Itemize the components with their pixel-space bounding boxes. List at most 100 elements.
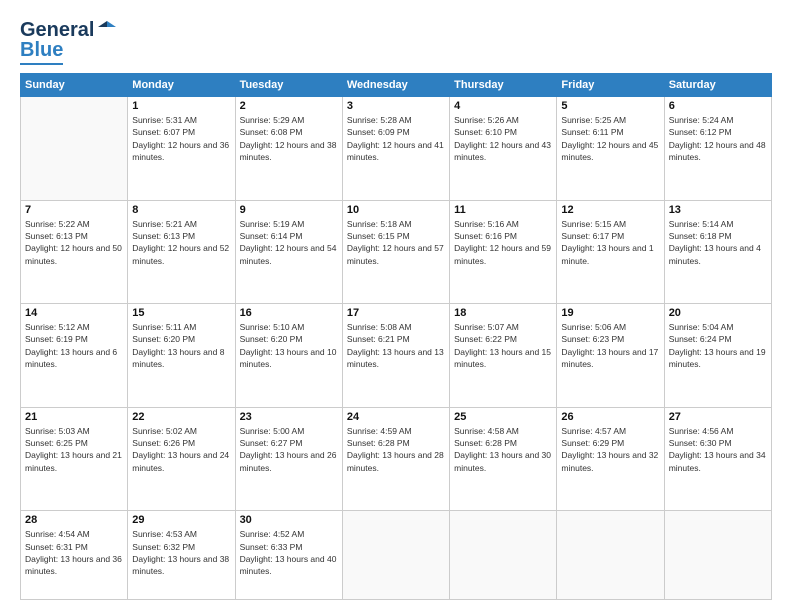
calendar-day-cell: 19 Sunrise: 5:06 AMSunset: 6:23 PMDayligh… xyxy=(557,304,664,408)
calendar-day-cell: 29 Sunrise: 4:53 AMSunset: 6:32 PMDayligh… xyxy=(128,511,235,600)
calendar-day-cell: 1 Sunrise: 5:31 AMSunset: 6:07 PMDaylight… xyxy=(128,97,235,201)
day-number: 24 xyxy=(347,411,445,423)
day-number: 19 xyxy=(561,307,659,319)
day-number: 17 xyxy=(347,307,445,319)
calendar-day-cell: 9 Sunrise: 5:19 AMSunset: 6:14 PMDaylight… xyxy=(235,200,342,304)
day-number: 4 xyxy=(454,100,552,112)
day-info: Sunrise: 5:26 AMSunset: 6:10 PMDaylight:… xyxy=(454,114,552,163)
weekday-header-wednesday: Wednesday xyxy=(342,74,449,97)
day-info: Sunrise: 5:21 AMSunset: 6:13 PMDaylight:… xyxy=(132,218,230,267)
day-number: 12 xyxy=(561,204,659,216)
day-info: Sunrise: 5:16 AMSunset: 6:16 PMDaylight:… xyxy=(454,218,552,267)
day-number: 22 xyxy=(132,411,230,423)
day-info: Sunrise: 5:14 AMSunset: 6:18 PMDaylight:… xyxy=(669,218,767,267)
calendar-day-cell: 27Sunrise: 4:56 AMSunset: 6:30 PMDayligh… xyxy=(664,407,771,511)
calendar-day-cell xyxy=(664,511,771,600)
day-info: Sunrise: 4:57 AMSunset: 6:29 PMDaylight:… xyxy=(561,425,659,474)
day-number: 25 xyxy=(454,411,552,423)
day-number: 13 xyxy=(669,204,767,216)
day-number: 1 xyxy=(132,100,230,112)
calendar-day-cell: 21Sunrise: 5:03 AMSunset: 6:25 PMDayligh… xyxy=(21,407,128,511)
calendar-day-cell: 2 Sunrise: 5:29 AMSunset: 6:08 PMDaylight… xyxy=(235,97,342,201)
calendar-day-cell: 13 Sunrise: 5:14 AMSunset: 6:18 PMDayligh… xyxy=(664,200,771,304)
day-number: 10 xyxy=(347,204,445,216)
calendar-day-cell: 15 Sunrise: 5:11 AMSunset: 6:20 PMDayligh… xyxy=(128,304,235,408)
day-number: 15 xyxy=(132,307,230,319)
weekday-header-saturday: Saturday xyxy=(664,74,771,97)
calendar-week-row: 7 Sunrise: 5:22 AMSunset: 6:13 PMDaylight… xyxy=(21,200,772,304)
calendar-week-row: 28 Sunrise: 4:54 AMSunset: 6:31 PMDayligh… xyxy=(21,511,772,600)
calendar-day-cell xyxy=(450,511,557,600)
calendar-day-cell: 3Sunrise: 5:28 AMSunset: 6:09 PMDaylight… xyxy=(342,97,449,201)
day-info: Sunrise: 5:04 AMSunset: 6:24 PMDaylight:… xyxy=(669,321,767,370)
day-info: Sunrise: 5:22 AMSunset: 6:13 PMDaylight:… xyxy=(25,218,123,267)
calendar-day-cell: 20 Sunrise: 5:04 AMSunset: 6:24 PMDayligh… xyxy=(664,304,771,408)
weekday-header-friday: Friday xyxy=(557,74,664,97)
calendar-day-cell: 11 Sunrise: 5:16 AMSunset: 6:16 PMDayligh… xyxy=(450,200,557,304)
day-number: 26 xyxy=(561,411,659,423)
calendar-week-row: 1 Sunrise: 5:31 AMSunset: 6:07 PMDaylight… xyxy=(21,97,772,201)
day-info: Sunrise: 5:06 AMSunset: 6:23 PMDaylight:… xyxy=(561,321,659,370)
day-number: 2 xyxy=(240,100,338,112)
calendar-day-cell: 23 Sunrise: 5:00 AMSunset: 6:27 PMDayligh… xyxy=(235,407,342,511)
day-number: 8 xyxy=(132,204,230,216)
calendar-day-cell: 25 Sunrise: 4:58 AMSunset: 6:28 PMDayligh… xyxy=(450,407,557,511)
day-info: Sunrise: 5:19 AMSunset: 6:14 PMDaylight:… xyxy=(240,218,338,267)
calendar-day-cell: 10 Sunrise: 5:18 AMSunset: 6:15 PMDayligh… xyxy=(342,200,449,304)
page: General Blue SundayMondayTuesdayWednesda… xyxy=(0,0,792,612)
day-info: Sunrise: 5:08 AMSunset: 6:21 PMDaylight:… xyxy=(347,321,445,370)
calendar-day-cell: 18 Sunrise: 5:07 AMSunset: 6:22 PMDayligh… xyxy=(450,304,557,408)
calendar-table: SundayMondayTuesdayWednesdayThursdayFrid… xyxy=(20,73,772,600)
day-number: 29 xyxy=(132,514,230,526)
weekday-header-sunday: Sunday xyxy=(21,74,128,97)
calendar-week-row: 14Sunrise: 5:12 AMSunset: 6:19 PMDayligh… xyxy=(21,304,772,408)
day-number: 28 xyxy=(25,514,123,526)
calendar-day-cell: 7 Sunrise: 5:22 AMSunset: 6:13 PMDaylight… xyxy=(21,200,128,304)
calendar-day-cell: 6Sunrise: 5:24 AMSunset: 6:12 PMDaylight… xyxy=(664,97,771,201)
calendar-day-cell: 5 Sunrise: 5:25 AMSunset: 6:11 PMDaylight… xyxy=(557,97,664,201)
day-info: Sunrise: 5:00 AMSunset: 6:27 PMDaylight:… xyxy=(240,425,338,474)
day-info: Sunrise: 5:02 AMSunset: 6:26 PMDaylight:… xyxy=(132,425,230,474)
calendar-day-cell: 24Sunrise: 4:59 AMSunset: 6:28 PMDayligh… xyxy=(342,407,449,511)
day-info: Sunrise: 5:10 AMSunset: 6:20 PMDaylight:… xyxy=(240,321,338,370)
day-number: 7 xyxy=(25,204,123,216)
weekday-header-tuesday: Tuesday xyxy=(235,74,342,97)
day-info: Sunrise: 5:31 AMSunset: 6:07 PMDaylight:… xyxy=(132,114,230,163)
day-number: 9 xyxy=(240,204,338,216)
day-info: Sunrise: 5:07 AMSunset: 6:22 PMDaylight:… xyxy=(454,321,552,370)
weekday-header-row: SundayMondayTuesdayWednesdayThursdayFrid… xyxy=(21,74,772,97)
calendar-day-cell: 16 Sunrise: 5:10 AMSunset: 6:20 PMDayligh… xyxy=(235,304,342,408)
day-info: Sunrise: 5:24 AMSunset: 6:12 PMDaylight:… xyxy=(669,114,767,163)
day-info: Sunrise: 4:58 AMSunset: 6:28 PMDaylight:… xyxy=(454,425,552,474)
day-info: Sunrise: 5:29 AMSunset: 6:08 PMDaylight:… xyxy=(240,114,338,163)
calendar-day-cell xyxy=(557,511,664,600)
header: General Blue xyxy=(20,18,772,65)
day-number: 20 xyxy=(669,307,767,319)
day-number: 11 xyxy=(454,204,552,216)
day-info: Sunrise: 4:54 AMSunset: 6:31 PMDaylight:… xyxy=(25,528,123,577)
day-number: 5 xyxy=(561,100,659,112)
day-info: Sunrise: 5:28 AMSunset: 6:09 PMDaylight:… xyxy=(347,114,445,163)
day-number: 23 xyxy=(240,411,338,423)
day-number: 16 xyxy=(240,307,338,319)
calendar-day-cell xyxy=(342,511,449,600)
calendar-day-cell: 30 Sunrise: 4:52 AMSunset: 6:33 PMDayligh… xyxy=(235,511,342,600)
day-number: 18 xyxy=(454,307,552,319)
day-info: Sunrise: 5:25 AMSunset: 6:11 PMDaylight:… xyxy=(561,114,659,163)
day-info: Sunrise: 5:03 AMSunset: 6:25 PMDaylight:… xyxy=(25,425,123,474)
day-number: 30 xyxy=(240,514,338,526)
calendar-week-row: 21Sunrise: 5:03 AMSunset: 6:25 PMDayligh… xyxy=(21,407,772,511)
calendar-day-cell: 22 Sunrise: 5:02 AMSunset: 6:26 PMDayligh… xyxy=(128,407,235,511)
day-info: Sunrise: 4:52 AMSunset: 6:33 PMDaylight:… xyxy=(240,528,338,577)
weekday-header-thursday: Thursday xyxy=(450,74,557,97)
day-number: 14 xyxy=(25,307,123,319)
calendar-day-cell: 12Sunrise: 5:15 AMSunset: 6:17 PMDayligh… xyxy=(557,200,664,304)
calendar-day-cell: 14Sunrise: 5:12 AMSunset: 6:19 PMDayligh… xyxy=(21,304,128,408)
calendar-day-cell: 8 Sunrise: 5:21 AMSunset: 6:13 PMDaylight… xyxy=(128,200,235,304)
calendar-day-cell: 17 Sunrise: 5:08 AMSunset: 6:21 PMDayligh… xyxy=(342,304,449,408)
day-info: Sunrise: 5:18 AMSunset: 6:15 PMDaylight:… xyxy=(347,218,445,267)
logo-flag-icon xyxy=(95,18,119,42)
calendar-day-cell: 28 Sunrise: 4:54 AMSunset: 6:31 PMDayligh… xyxy=(21,511,128,600)
day-info: Sunrise: 4:53 AMSunset: 6:32 PMDaylight:… xyxy=(132,528,230,577)
day-info: Sunrise: 5:11 AMSunset: 6:20 PMDaylight:… xyxy=(132,321,230,370)
